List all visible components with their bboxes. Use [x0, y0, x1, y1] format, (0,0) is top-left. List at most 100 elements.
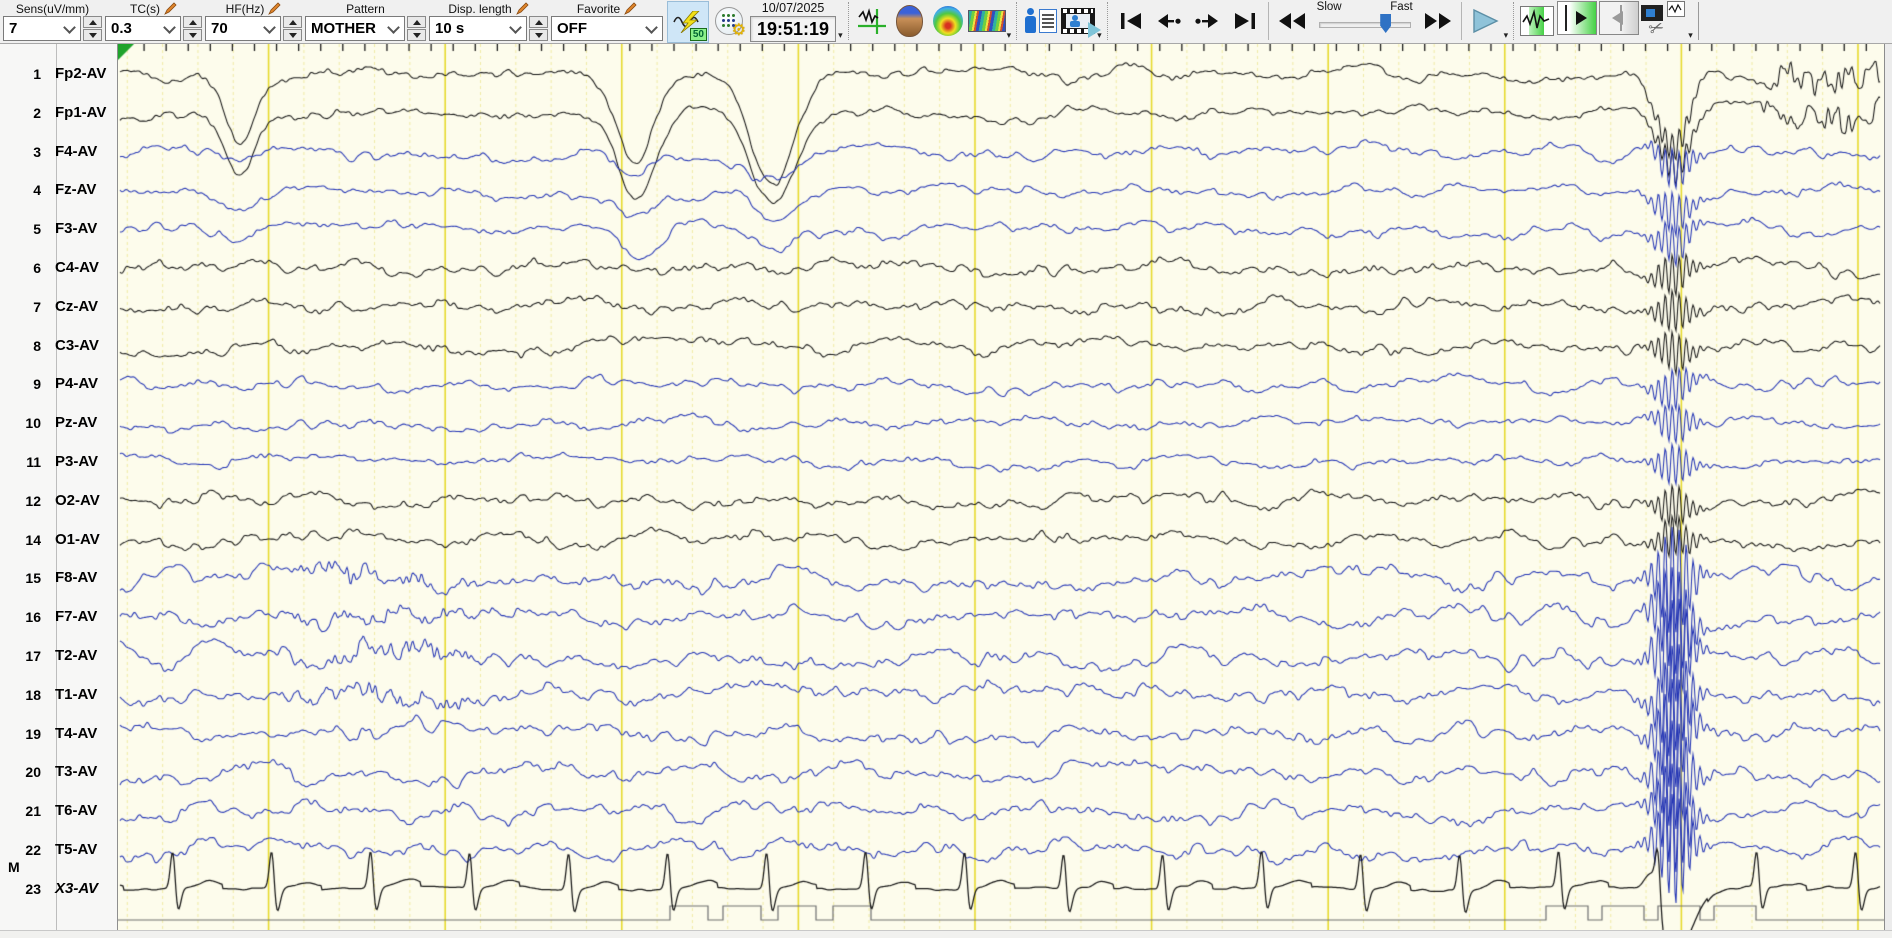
- tc-down-button[interactable]: [183, 29, 202, 41]
- edit-pencil-icon[interactable]: [267, 1, 281, 16]
- hf-select[interactable]: 70: [205, 16, 281, 41]
- channel-row-f8-av[interactable]: 15 F8-AV: [0, 568, 117, 588]
- display-length-label: Disp. length: [448, 1, 512, 16]
- play-button[interactable]: [1467, 1, 1503, 41]
- review-screen-button[interactable]: [1519, 1, 1555, 41]
- channel-row-c4-av[interactable]: 6 C4-AV: [0, 258, 117, 278]
- montage-settings-button[interactable]: ⚙: [711, 1, 747, 41]
- up-arrow-icon: [288, 19, 297, 25]
- speed-slider: Slow Fast: [1315, 1, 1415, 39]
- event-marker-button[interactable]: [854, 1, 890, 41]
- bar-icon: [1620, 5, 1623, 31]
- datetime-dropdown-arrow[interactable]: ▾: [838, 31, 843, 40]
- auto-play-forward-button[interactable]: [1557, 1, 1598, 35]
- channel-number: 10: [25, 415, 41, 432]
- channel-row-fp2-av[interactable]: 1 Fp2-AV: [0, 64, 117, 84]
- channel-label: T6-AV: [55, 802, 98, 820]
- patient-info-button[interactable]: [1022, 1, 1058, 41]
- edit-pencil-icon[interactable]: [515, 1, 529, 16]
- channel-row-t5-av[interactable]: 22 T5-AV: [0, 840, 117, 860]
- rewind-button[interactable]: [1274, 1, 1310, 41]
- horizontal-scrollbar[interactable]: [0, 930, 1892, 938]
- channel-number: 7: [33, 298, 41, 315]
- display-length-select[interactable]: 10 s: [429, 16, 527, 41]
- channel-row-fz-av[interactable]: 4 Fz-AV: [0, 180, 117, 200]
- chevron-down-icon: [263, 20, 276, 34]
- tc-select[interactable]: 0.3: [105, 16, 181, 41]
- channel-row-f3-av[interactable]: 5 F3-AV: [0, 219, 117, 239]
- channel-number: 23: [25, 880, 41, 897]
- hf-spinner: [283, 16, 302, 41]
- pattern-down-button[interactable]: [407, 29, 426, 41]
- video-playback-button[interactable]: [1060, 1, 1102, 41]
- edit-pencil-icon[interactable]: [163, 1, 177, 16]
- channel-row-o1-av[interactable]: 14 O1-AV: [0, 530, 117, 550]
- channel-row-fp1-av[interactable]: 2 Fp1-AV: [0, 103, 117, 123]
- channel-row-p3-av[interactable]: 11 P3-AV: [0, 452, 117, 472]
- down-arrow-icon: [188, 32, 197, 38]
- channel-label: F3-AV: [55, 220, 98, 238]
- time-display[interactable]: 19:51:19: [750, 16, 837, 42]
- separator: [1513, 2, 1515, 40]
- channel-row-p4-av[interactable]: 9 P4-AV: [0, 374, 117, 394]
- chevron-down-icon: [63, 20, 76, 34]
- favorite-select[interactable]: OFF: [551, 16, 663, 41]
- hf-up-button[interactable]: [283, 16, 302, 28]
- electrode-map-icon: ⚙: [715, 7, 746, 39]
- topography-button[interactable]: [930, 1, 966, 41]
- channel-number: 8: [33, 337, 41, 354]
- clip-doc-icon: [1667, 1, 1686, 17]
- display-length-down-button[interactable]: [529, 29, 548, 41]
- skip-to-start-button[interactable]: [1113, 1, 1149, 41]
- dsa-trend-button[interactable]: [967, 1, 1006, 41]
- eeg-waveform-canvas[interactable]: [118, 44, 1884, 930]
- separator: [1697, 2, 1699, 40]
- slider-thumb[interactable]: [1380, 14, 1392, 33]
- channel-row-f4-av[interactable]: 3 F4-AV: [0, 142, 117, 162]
- step-forward-button[interactable]: [1189, 1, 1225, 41]
- channel-label: Pz-AV: [55, 414, 98, 432]
- pattern-select[interactable]: MOTHER: [305, 16, 405, 41]
- channel-row-t4-av[interactable]: 19 T4-AV: [0, 724, 117, 744]
- channel-label: F8-AV: [55, 569, 98, 587]
- edit-pencil-icon[interactable]: [623, 1, 637, 16]
- display-length-up-button[interactable]: [529, 16, 548, 28]
- sensitivity-down-button[interactable]: [83, 29, 102, 41]
- channel-row-cz-av[interactable]: 7 Cz-AV: [0, 297, 117, 317]
- channel-row-o2-av[interactable]: 12 O2-AV: [0, 491, 117, 511]
- analysis-dropdown-arrow[interactable]: ▾: [1007, 31, 1012, 40]
- skip-to-end-button[interactable]: [1227, 1, 1263, 41]
- down-arrow-icon: [88, 32, 97, 38]
- auto-play-backward-button[interactable]: [1599, 1, 1640, 35]
- up-arrow-icon: [88, 19, 97, 25]
- channel-row-t2-av[interactable]: 17 T2-AV: [0, 646, 117, 666]
- notch-frequency-badge: 50: [689, 28, 707, 41]
- channel-row-t3-av[interactable]: 20 T3-AV: [0, 762, 117, 782]
- sensitivity-select[interactable]: 7: [3, 16, 81, 41]
- play-dropdown-arrow[interactable]: ▾: [1504, 31, 1509, 40]
- hf-down-button[interactable]: [283, 29, 302, 41]
- play-icon: [1472, 8, 1499, 34]
- channel-label: T3-AV: [55, 763, 98, 781]
- notch-filter-button[interactable]: 50: [667, 1, 709, 43]
- video-clip-button[interactable]: ✂: [1641, 1, 1687, 40]
- channel-row-t6-av[interactable]: 21 T6-AV: [0, 801, 117, 821]
- channel-label: Fz-AV: [55, 181, 97, 199]
- channel-row-x3-av[interactable]: 23 X3-AV: [0, 879, 117, 899]
- channel-row-f7-av[interactable]: 16 F7-AV: [0, 607, 117, 627]
- favorite-group: Favorite OFF: [551, 1, 663, 41]
- channel-row-c3-av[interactable]: 8 C3-AV: [0, 336, 117, 356]
- pattern-up-button[interactable]: [407, 16, 426, 28]
- fast-forward-button[interactable]: [1420, 1, 1456, 41]
- down-arrow-icon: [534, 32, 543, 38]
- tc-spinner: [183, 16, 202, 41]
- sensitivity-up-button[interactable]: [83, 16, 102, 28]
- channel-row-pz-av[interactable]: 10 Pz-AV: [0, 413, 117, 433]
- head-3d-button[interactable]: [892, 1, 928, 41]
- tc-up-button[interactable]: [183, 16, 202, 28]
- channel-label: P3-AV: [55, 453, 99, 470]
- channel-row-t1-av[interactable]: 18 T1-AV: [0, 685, 117, 705]
- clip-dropdown-arrow[interactable]: ▾: [1688, 31, 1693, 40]
- step-back-button[interactable]: [1151, 1, 1187, 41]
- slider-track[interactable]: [1318, 22, 1411, 28]
